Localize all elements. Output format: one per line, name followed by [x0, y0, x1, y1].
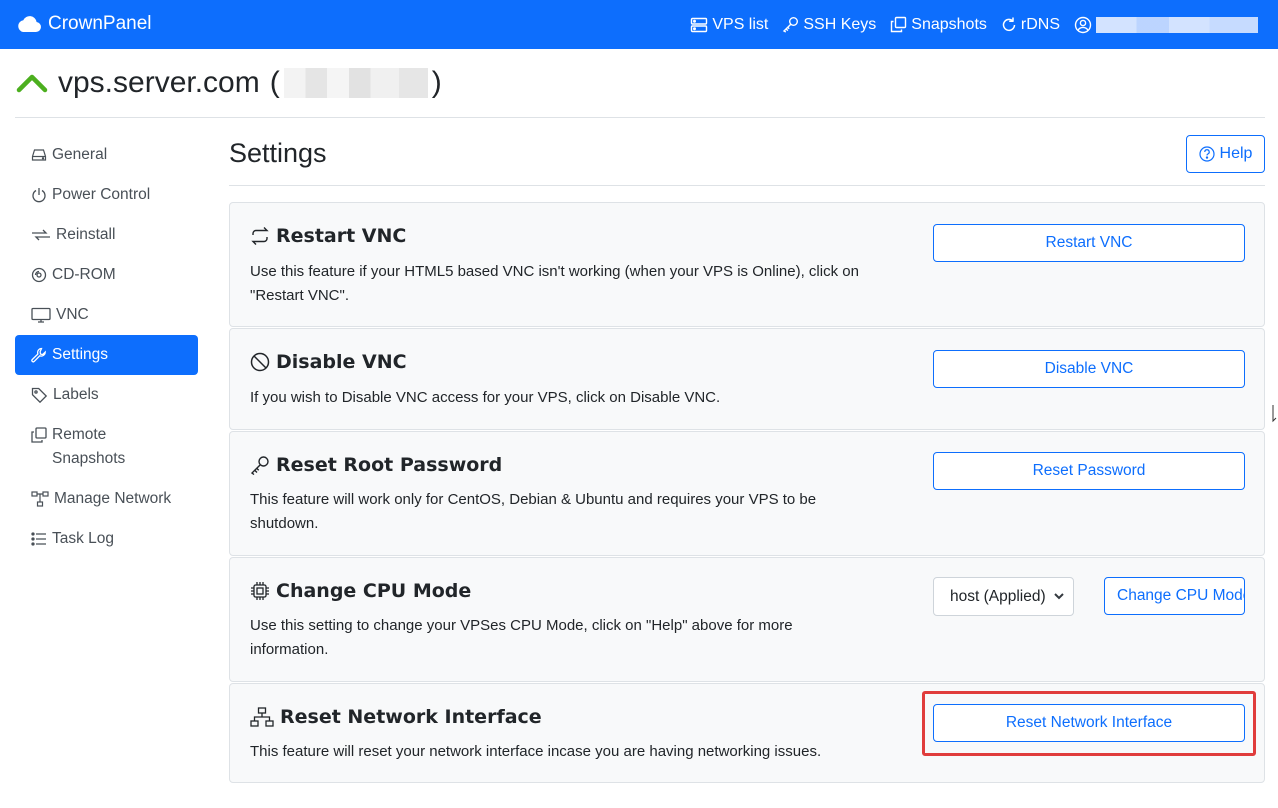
nav-ssh-keys-label: SSH Keys [803, 15, 877, 33]
diagram-icon [250, 707, 274, 727]
disc-icon [31, 267, 47, 283]
open-paren: ( [269, 66, 280, 99]
disable-vnc-button[interactable]: Disable VNC [933, 350, 1245, 388]
card-title: Restart VNC [250, 225, 406, 247]
sidebar-item-vnc[interactable]: VNC [15, 295, 198, 335]
nav-rdns-label: rDNS [1020, 15, 1060, 33]
arrow-repeat-icon [251, 227, 269, 245]
change-cpu-mode-button[interactable]: Change CPU Mode [1104, 577, 1245, 615]
sidebar-item-cd-rom[interactable]: CD-ROM [15, 255, 198, 295]
sidebar-item-label: VNC [56, 306, 89, 323]
card-description: This feature will work only for CentOS, … [250, 491, 817, 532]
list-icon [31, 532, 46, 546]
restart-vnc-button[interactable]: Restart VNC [933, 224, 1245, 262]
mouse-cursor-icon [1272, 405, 1277, 423]
nav-ssh-keys[interactable]: SSH Keys [782, 16, 876, 34]
card-reset-network-interface: Reset Network Interface This feature wil… [229, 683, 1265, 783]
card-disable-vnc: Disable VNC If you wish to Disable VNC a… [229, 328, 1265, 430]
top-navbar: CrownPanel VPS list SSH Keys Snapshots r… [0, 0, 1278, 49]
divider [229, 185, 1265, 186]
chevron-down-icon [1054, 593, 1064, 600]
copy-icon [31, 427, 47, 443]
sidebar-item-task-log[interactable]: Task Log [15, 519, 198, 559]
close-paren: ) [431, 66, 442, 99]
sidebar: General Power Control Reinstall CD-ROM V… [15, 135, 198, 559]
sidebar-item-general[interactable]: General [15, 135, 198, 175]
card-title-text: Reset Root Password [276, 454, 503, 476]
sidebar-item-label: Remote Snapshots [52, 426, 126, 467]
card-description: This feature will reset your network int… [250, 743, 822, 760]
cloud-icon [18, 16, 41, 32]
sidebar-item-label: CD-ROM [52, 266, 116, 283]
brand-name: CrownPanel [48, 13, 152, 34]
card-description: Use this setting to change your VPSes CP… [250, 617, 793, 658]
slash-circle-icon [250, 352, 270, 372]
key-icon [250, 456, 269, 475]
reset-network-interface-button[interactable]: Reset Network Interface [933, 704, 1245, 742]
sidebar-item-label: Manage Network [54, 490, 172, 507]
sidebar-item-label: Task Log [52, 530, 115, 547]
sidebar-item-label: Settings [52, 346, 109, 363]
card-restart-vnc: Restart VNC Use this feature if your HTM… [229, 202, 1265, 327]
card-reset-root-password: Reset Root Password This feature will wo… [229, 431, 1265, 556]
card-title-text: Reset Network Interface [280, 706, 542, 728]
cpu-mode-selected-value: host (Applied) [950, 587, 1046, 605]
sidebar-item-labels[interactable]: Labels [15, 375, 198, 415]
reset-password-button[interactable]: Reset Password [933, 452, 1245, 490]
cpu-icon [251, 582, 269, 600]
refresh-icon [1002, 17, 1016, 32]
sidebar-item-settings[interactable]: Settings [15, 335, 198, 375]
power-icon [32, 188, 46, 203]
sidebar-item-label: Power Control [52, 186, 151, 203]
brand[interactable]: CrownPanel [16, 10, 152, 38]
section-title: Settings [229, 138, 327, 168]
key-icon [783, 17, 799, 33]
sidebar-item-power-control[interactable]: Power Control [15, 175, 198, 215]
card-description: Use this feature if your HTML5 based VNC… [250, 263, 859, 304]
divider [15, 117, 1265, 118]
display-icon [31, 307, 51, 323]
nav-links: VPS list SSH Keys Snapshots rDNS [690, 0, 1258, 49]
user-circle-icon [1074, 16, 1092, 33]
wrench-icon [31, 347, 46, 363]
sidebar-item-manage-network[interactable]: Manage Network [15, 479, 198, 519]
sidebar-item-label: General [52, 146, 108, 163]
card-title: Disable VNC [250, 351, 407, 373]
sidebar-item-label: Reinstall [56, 226, 116, 243]
arrows-icon [32, 229, 50, 241]
nav-user-menu[interactable] [1074, 16, 1258, 34]
tag-icon [31, 387, 48, 403]
redacted-ip [283, 68, 428, 98]
help-button[interactable]: Help [1186, 135, 1265, 173]
card-title-text: Disable VNC [276, 351, 407, 373]
page-title: vps.server.com ( ) [16, 66, 442, 100]
copy-icon [891, 16, 907, 33]
card-title-text: Change CPU Mode [276, 580, 472, 602]
diagram-icon [31, 491, 49, 507]
question-circle-icon [1198, 146, 1215, 162]
nav-rdns[interactable]: rDNS [1001, 16, 1060, 34]
card-description: If you wish to Disable VNC access for yo… [250, 389, 721, 406]
card-change-cpu-mode: Change CPU Mode Use this setting to chan… [229, 557, 1265, 682]
card-title: Change CPU Mode [250, 580, 471, 602]
card-title-text: Restart VNC [276, 225, 407, 247]
nav-snapshots[interactable]: Snapshots [890, 16, 987, 34]
hdd-icon [31, 149, 47, 161]
card-title: Reset Root Password [250, 454, 502, 476]
nav-snapshots-label: Snapshots [911, 15, 987, 33]
server-icon [691, 17, 708, 32]
sidebar-item-label: Labels [53, 386, 99, 403]
card-title: Reset Network Interface [250, 706, 542, 728]
cpu-mode-select[interactable]: host (Applied) [933, 577, 1074, 616]
chevron-up-icon [16, 74, 48, 93]
nav-vps-list[interactable]: VPS list [690, 16, 768, 34]
sidebar-item-remote-snapshots[interactable]: Remote Snapshots [15, 415, 198, 479]
redacted-username [1096, 16, 1258, 33]
hostname: vps.server.com [58, 66, 260, 99]
sidebar-item-reinstall[interactable]: Reinstall [15, 215, 198, 255]
help-label: Help [1219, 145, 1253, 162]
nav-vps-list-label: VPS list [712, 15, 769, 33]
